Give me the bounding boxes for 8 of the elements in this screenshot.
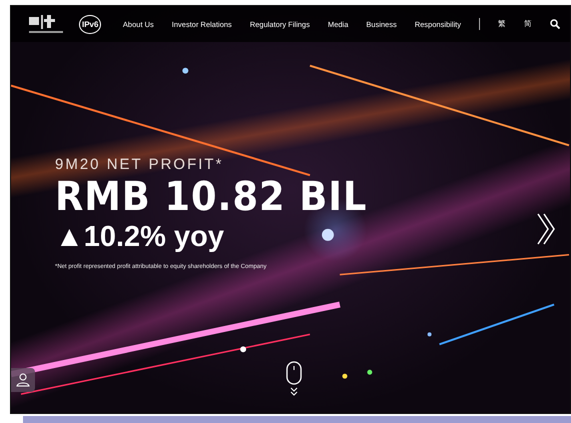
- hero-kicker: 9M20 NET PROFIT*: [55, 156, 224, 173]
- growth-figure: ▲10.2% yoy: [55, 221, 224, 254]
- ipv6-badge: IPv6: [79, 14, 102, 34]
- side-tab-button[interactable]: [11, 368, 35, 392]
- search-icon[interactable]: [550, 19, 560, 29]
- next-chevron-icon[interactable]: [536, 212, 556, 246]
- mouse-scroll-icon[interactable]: [286, 361, 302, 397]
- hero-headline: RMB 10.82 BIL: [55, 175, 368, 219]
